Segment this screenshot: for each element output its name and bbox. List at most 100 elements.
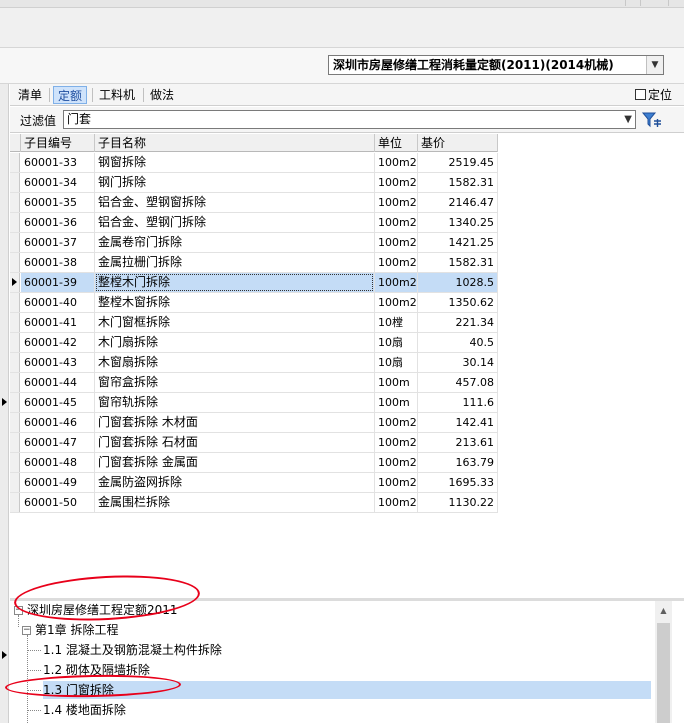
cell-name[interactable]: 金属防盗网拆除 — [95, 473, 375, 492]
cell-price[interactable]: 221.34 — [418, 313, 498, 332]
cell-code[interactable]: 60001-50 — [21, 493, 95, 512]
cell-code[interactable]: 60001-37 — [21, 233, 95, 252]
cell-price[interactable]: 1028.5 — [418, 273, 498, 292]
table-row[interactable]: 60001-40 整樘木窗拆除 100m2 1350.62 — [10, 293, 498, 313]
cell-code[interactable]: 60001-41 — [21, 313, 95, 332]
tab-quota[interactable]: 定额 — [53, 86, 88, 104]
row-indicator[interactable] — [10, 273, 20, 292]
cell-code[interactable]: 60001-33 — [21, 153, 95, 172]
cell-name[interactable]: 门窗套拆除 金属面 — [95, 453, 375, 472]
cell-name[interactable]: 钢门拆除 — [95, 173, 375, 192]
row-indicator[interactable] — [10, 213, 20, 232]
cell-code[interactable]: 60001-40 — [21, 293, 95, 312]
cell-unit[interactable]: 100m2 — [375, 273, 418, 292]
cell-unit[interactable]: 100m — [375, 373, 418, 392]
cell-name[interactable]: 整樘木窗拆除 — [95, 293, 375, 312]
cell-price[interactable]: 1582.31 — [418, 173, 498, 192]
cell-unit[interactable]: 10扇 — [375, 333, 418, 352]
cell-code[interactable]: 60001-34 — [21, 173, 95, 192]
cell-name[interactable]: 金属卷帘门拆除 — [95, 233, 375, 252]
tree-root[interactable]: 深圳房屋修缮工程定额2011 — [27, 601, 178, 619]
cell-unit[interactable]: 100m2 — [375, 213, 418, 232]
cell-code[interactable]: 60001-39 — [21, 273, 95, 292]
cell-price[interactable]: 1582.31 — [418, 253, 498, 272]
cell-code[interactable]: 60001-43 — [21, 353, 95, 372]
row-indicator[interactable] — [10, 253, 20, 272]
row-indicator[interactable] — [10, 313, 20, 332]
tree-item-section-1-4[interactable]: 1.4 楼地面拆除 — [43, 701, 126, 719]
cell-price[interactable]: 1695.33 — [418, 473, 498, 492]
table-row[interactable]: 60001-48 门窗套拆除 金属面 100m2 163.79 — [10, 453, 498, 473]
cell-name[interactable]: 整樘木门拆除 — [95, 273, 375, 292]
column-header-unit[interactable]: 单位 — [375, 134, 418, 152]
cell-price[interactable]: 1421.25 — [418, 233, 498, 252]
row-indicator[interactable] — [10, 393, 20, 412]
cell-name[interactable]: 窗帘盒拆除 — [95, 373, 375, 392]
left-splitter-strip[interactable] — [0, 84, 9, 723]
cell-name[interactable]: 铝合金、塑钢门拆除 — [95, 213, 375, 232]
cell-unit[interactable]: 100m2 — [375, 453, 418, 472]
column-header-price[interactable]: 基价 — [418, 134, 498, 152]
cell-code[interactable]: 60001-38 — [21, 253, 95, 272]
cell-unit[interactable]: 100m2 — [375, 493, 418, 512]
cell-name[interactable]: 铝合金、塑钢窗拆除 — [95, 193, 375, 212]
window-control-button[interactable] — [640, 0, 654, 6]
collapse-icon[interactable]: − — [14, 606, 23, 615]
cell-price[interactable]: 40.5 — [418, 333, 498, 352]
tree-item-section-1-1[interactable]: 1.1 混凝土及钢筋混凝土构件拆除 — [43, 641, 222, 659]
cell-code[interactable]: 60001-49 — [21, 473, 95, 492]
cell-unit[interactable]: 100m2 — [375, 233, 418, 252]
cell-code[interactable]: 60001-44 — [21, 373, 95, 392]
cell-price[interactable]: 2519.45 — [418, 153, 498, 172]
cell-price[interactable]: 163.79 — [418, 453, 498, 472]
window-control-button[interactable] — [668, 0, 682, 6]
cell-name[interactable]: 木门窗框拆除 — [95, 313, 375, 332]
cell-price[interactable]: 111.6 — [418, 393, 498, 412]
cell-code[interactable]: 60001-46 — [21, 413, 95, 432]
cell-code[interactable]: 60001-42 — [21, 333, 95, 352]
cell-price[interactable]: 30.14 — [418, 353, 498, 372]
tree-item-section-1-2[interactable]: 1.2 砌体及隔墙拆除 — [43, 661, 150, 679]
cell-unit[interactable]: 100m2 — [375, 433, 418, 452]
table-row[interactable]: 60001-35 铝合金、塑钢窗拆除 100m2 2146.47 — [10, 193, 498, 213]
cell-price[interactable]: 1130.22 — [418, 493, 498, 512]
table-row[interactable]: 60001-41 木门窗框拆除 10樘 221.34 — [10, 313, 498, 333]
cell-unit[interactable]: 100m2 — [375, 253, 418, 272]
table-row[interactable]: 60001-42 木门扇拆除 10扇 40.5 — [10, 333, 498, 353]
collapse-icon[interactable]: − — [22, 626, 31, 635]
tab-bill[interactable]: 清单 — [14, 86, 46, 104]
table-row[interactable]: 60001-47 门窗套拆除 石材面 100m2 213.61 — [10, 433, 498, 453]
table-row[interactable]: 60001-43 木窗扇拆除 10扇 30.14 — [10, 353, 498, 373]
scrollbar-thumb[interactable] — [657, 623, 670, 723]
cell-unit[interactable]: 100m2 — [375, 173, 418, 192]
locate-checkbox[interactable]: 定位 — [634, 87, 672, 103]
cell-unit[interactable]: 10樘 — [375, 313, 418, 332]
checkbox-icon[interactable] — [634, 89, 646, 100]
row-indicator[interactable] — [10, 333, 20, 352]
scroll-up-icon[interactable]: ▲ — [655, 603, 672, 619]
cell-unit[interactable]: 100m2 — [375, 193, 418, 212]
cell-name[interactable]: 门窗套拆除 石材面 — [95, 433, 375, 452]
cell-unit[interactable]: 100m — [375, 393, 418, 412]
table-row[interactable]: 60001-38 金属拉栅门拆除 100m2 1582.31 — [10, 253, 498, 273]
table-row[interactable]: 60001-37 金属卷帘门拆除 100m2 1421.25 — [10, 233, 498, 253]
row-indicator[interactable] — [10, 433, 20, 452]
chevron-down-icon[interactable]: ▼ — [624, 111, 632, 128]
row-indicator[interactable] — [10, 353, 20, 372]
chevron-down-icon[interactable]: ▼ — [646, 56, 663, 74]
tree-item-section-1-3[interactable]: 1.3 门窗拆除 — [43, 681, 651, 699]
cell-name[interactable]: 木门扇拆除 — [95, 333, 375, 352]
column-header-name[interactable]: 子目名称 — [95, 134, 375, 152]
cell-code[interactable]: 60001-47 — [21, 433, 95, 452]
table-row[interactable]: 60001-46 门窗套拆除 木材面 100m2 142.41 — [10, 413, 498, 433]
column-header-code[interactable]: 子目编号 — [21, 134, 95, 152]
table-row[interactable]: 60001-33 钢窗拆除 100m2 2519.45 — [10, 153, 498, 173]
table-row[interactable]: 60001-45 窗帘轨拆除 100m 111.6 — [10, 393, 498, 413]
cell-price[interactable]: 1350.62 — [418, 293, 498, 312]
cell-unit[interactable]: 100m2 — [375, 413, 418, 432]
cell-unit[interactable]: 100m2 — [375, 293, 418, 312]
cell-code[interactable]: 60001-35 — [21, 193, 95, 212]
tree-chapter[interactable]: 第1章 拆除工程 — [35, 621, 118, 639]
quota-library-select[interactable]: 深圳市房屋修缮工程消耗量定额(2011)(2014机械) ▼ — [328, 55, 664, 75]
cell-name[interactable]: 门窗套拆除 木材面 — [95, 413, 375, 432]
